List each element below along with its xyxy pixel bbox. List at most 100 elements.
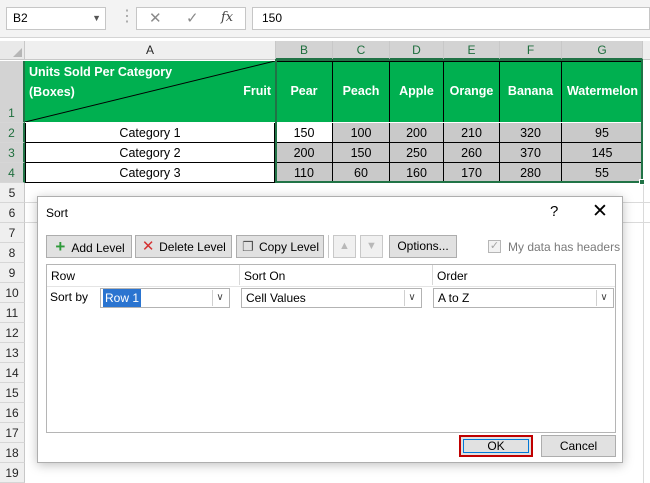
headers-checkbox[interactable]: ✓: [488, 240, 501, 253]
insert-function-icon[interactable]: fx: [221, 10, 233, 25]
add-level-button[interactable]: + Add Level: [46, 235, 132, 258]
copy-level-button[interactable]: ❐ Copy Level: [236, 235, 324, 258]
options-button[interactable]: Options...: [389, 235, 457, 258]
cancel-button[interactable]: Cancel: [541, 435, 616, 457]
row-header-19[interactable]: 19: [0, 463, 25, 483]
data-cell[interactable]: 320: [500, 123, 562, 143]
data-cell[interactable]: 280: [500, 163, 562, 183]
fill-handle[interactable]: [639, 179, 645, 185]
column-header-d[interactable]: D: [390, 41, 444, 60]
sort-by-row-select[interactable]: Row 1 ∨: [100, 288, 230, 308]
row-header-5[interactable]: 5: [0, 183, 25, 203]
row-header-17[interactable]: 17: [0, 423, 25, 443]
sort-by-row-value: Row 1: [103, 289, 142, 307]
row-header-7[interactable]: 7: [0, 223, 25, 243]
fruit-header-watermelon[interactable]: Watermelon: [562, 61, 643, 122]
data-cell[interactable]: 250: [390, 143, 444, 163]
column-header-a[interactable]: A: [25, 41, 276, 60]
column-header-g[interactable]: G: [562, 41, 643, 60]
data-cell[interactable]: 95: [562, 123, 643, 143]
row-header-15[interactable]: 15: [0, 383, 25, 403]
chevron-down-icon[interactable]: ∨: [596, 290, 611, 306]
move-down-button[interactable]: ▼: [360, 235, 383, 258]
data-cell[interactable]: 100: [333, 123, 390, 143]
column-header-sort-on: Sort On: [244, 269, 286, 283]
triangle-up-icon: ▲: [339, 240, 350, 252]
data-cell[interactable]: 110: [276, 163, 333, 183]
column-header-f[interactable]: F: [500, 41, 562, 60]
name-box[interactable]: B2 ▼: [6, 7, 106, 30]
add-level-label: Add Level: [71, 241, 125, 255]
row-header-9[interactable]: 9: [0, 263, 25, 283]
column-header-e[interactable]: E: [444, 41, 500, 60]
cancel-icon[interactable]: ✕: [149, 9, 162, 27]
move-up-button[interactable]: ▲: [333, 235, 356, 258]
row-header-2[interactable]: 2: [0, 123, 25, 143]
sort-on-value: Cell Values: [246, 291, 306, 305]
data-cell[interactable]: 200: [276, 143, 333, 163]
check-icon[interactable]: ✓: [186, 9, 199, 27]
row-header-6[interactable]: 6: [0, 203, 25, 223]
drag-handle-icon[interactable]: ⋮: [119, 6, 135, 26]
fruit-header-pear[interactable]: Pear: [276, 61, 333, 122]
sort-dialog: Sort ? ✕ + Add Level ✕ Delete Level ❐ Copy …: [37, 196, 623, 463]
fruit-header-banana[interactable]: Banana: [500, 61, 562, 122]
column-header-b[interactable]: B: [276, 41, 333, 60]
data-cell[interactable]: 150: [333, 143, 390, 163]
column-header-order: Order: [437, 269, 468, 283]
fruit-header-orange[interactable]: Orange: [444, 61, 500, 122]
sort-by-label: Sort by: [50, 290, 89, 304]
row-header-12[interactable]: 12: [0, 323, 25, 343]
chevron-down-icon[interactable]: ∨: [404, 290, 419, 306]
fruit-header-apple[interactable]: Apple: [390, 61, 444, 122]
row-header-8[interactable]: 8: [0, 243, 25, 263]
toolbar-divider: [328, 235, 329, 258]
data-cell[interactable]: 370: [500, 143, 562, 163]
row-header-10[interactable]: 10: [0, 283, 25, 303]
chevron-down-icon[interactable]: ∨: [212, 290, 227, 306]
help-icon[interactable]: ?: [550, 203, 558, 220]
ok-button[interactable]: OK: [459, 435, 533, 457]
row-header-subtitle: (Boxes): [29, 85, 75, 99]
order-select[interactable]: A to Z ∨: [433, 288, 614, 308]
data-cell[interactable]: 170: [444, 163, 500, 183]
data-cell-b2[interactable]: 150: [276, 123, 333, 143]
gridline: [643, 183, 644, 483]
data-cell[interactable]: 200: [390, 123, 444, 143]
formula-input[interactable]: 150: [252, 7, 650, 30]
column-header-c[interactable]: C: [333, 41, 390, 60]
select-all-corner[interactable]: [0, 41, 25, 60]
triangle-down-icon: ▼: [366, 240, 377, 252]
fruit-header-peach[interactable]: Peach: [333, 61, 390, 122]
check-icon: ✓: [489, 240, 500, 252]
column-header-next[interactable]: [643, 41, 650, 60]
table-header-diagonal[interactable]: Units Sold Per Category (Boxes) Fruit: [25, 61, 275, 122]
sort-on-select[interactable]: Cell Values ∨: [241, 288, 422, 308]
row-header-13[interactable]: 13: [0, 343, 25, 363]
data-cell[interactable]: 210: [444, 123, 500, 143]
row-header-18[interactable]: 18: [0, 443, 25, 463]
data-cell[interactable]: 145: [562, 143, 643, 163]
row-header-1[interactable]: 1: [0, 61, 25, 123]
row-header-16[interactable]: 16: [0, 403, 25, 423]
row-header-14[interactable]: 14: [0, 363, 25, 383]
row-header-11[interactable]: 11: [0, 303, 25, 323]
category-cell[interactable]: Category 2: [25, 143, 275, 163]
delete-level-button[interactable]: ✕ Delete Level: [135, 235, 232, 258]
row-header-3[interactable]: 3: [0, 143, 25, 163]
category-cell[interactable]: Category 3: [25, 163, 275, 183]
close-icon[interactable]: ✕: [592, 200, 608, 223]
row-header-4[interactable]: 4: [0, 163, 25, 183]
copy-level-label: Copy Level: [258, 240, 320, 254]
data-cell[interactable]: 260: [444, 143, 500, 163]
header-divider: [239, 265, 240, 285]
headers-checkbox-label: My data has headers: [508, 240, 621, 254]
data-cell[interactable]: 60: [333, 163, 390, 183]
data-cell[interactable]: 55: [562, 163, 643, 183]
category-cell[interactable]: Category 1: [25, 123, 275, 143]
delete-x-icon: ✕: [141, 238, 155, 255]
data-cell[interactable]: 160: [390, 163, 444, 183]
row-header-title: Units Sold Per Category: [29, 65, 173, 79]
chevron-down-icon[interactable]: ▼: [92, 8, 101, 29]
plus-icon: +: [55, 237, 66, 256]
